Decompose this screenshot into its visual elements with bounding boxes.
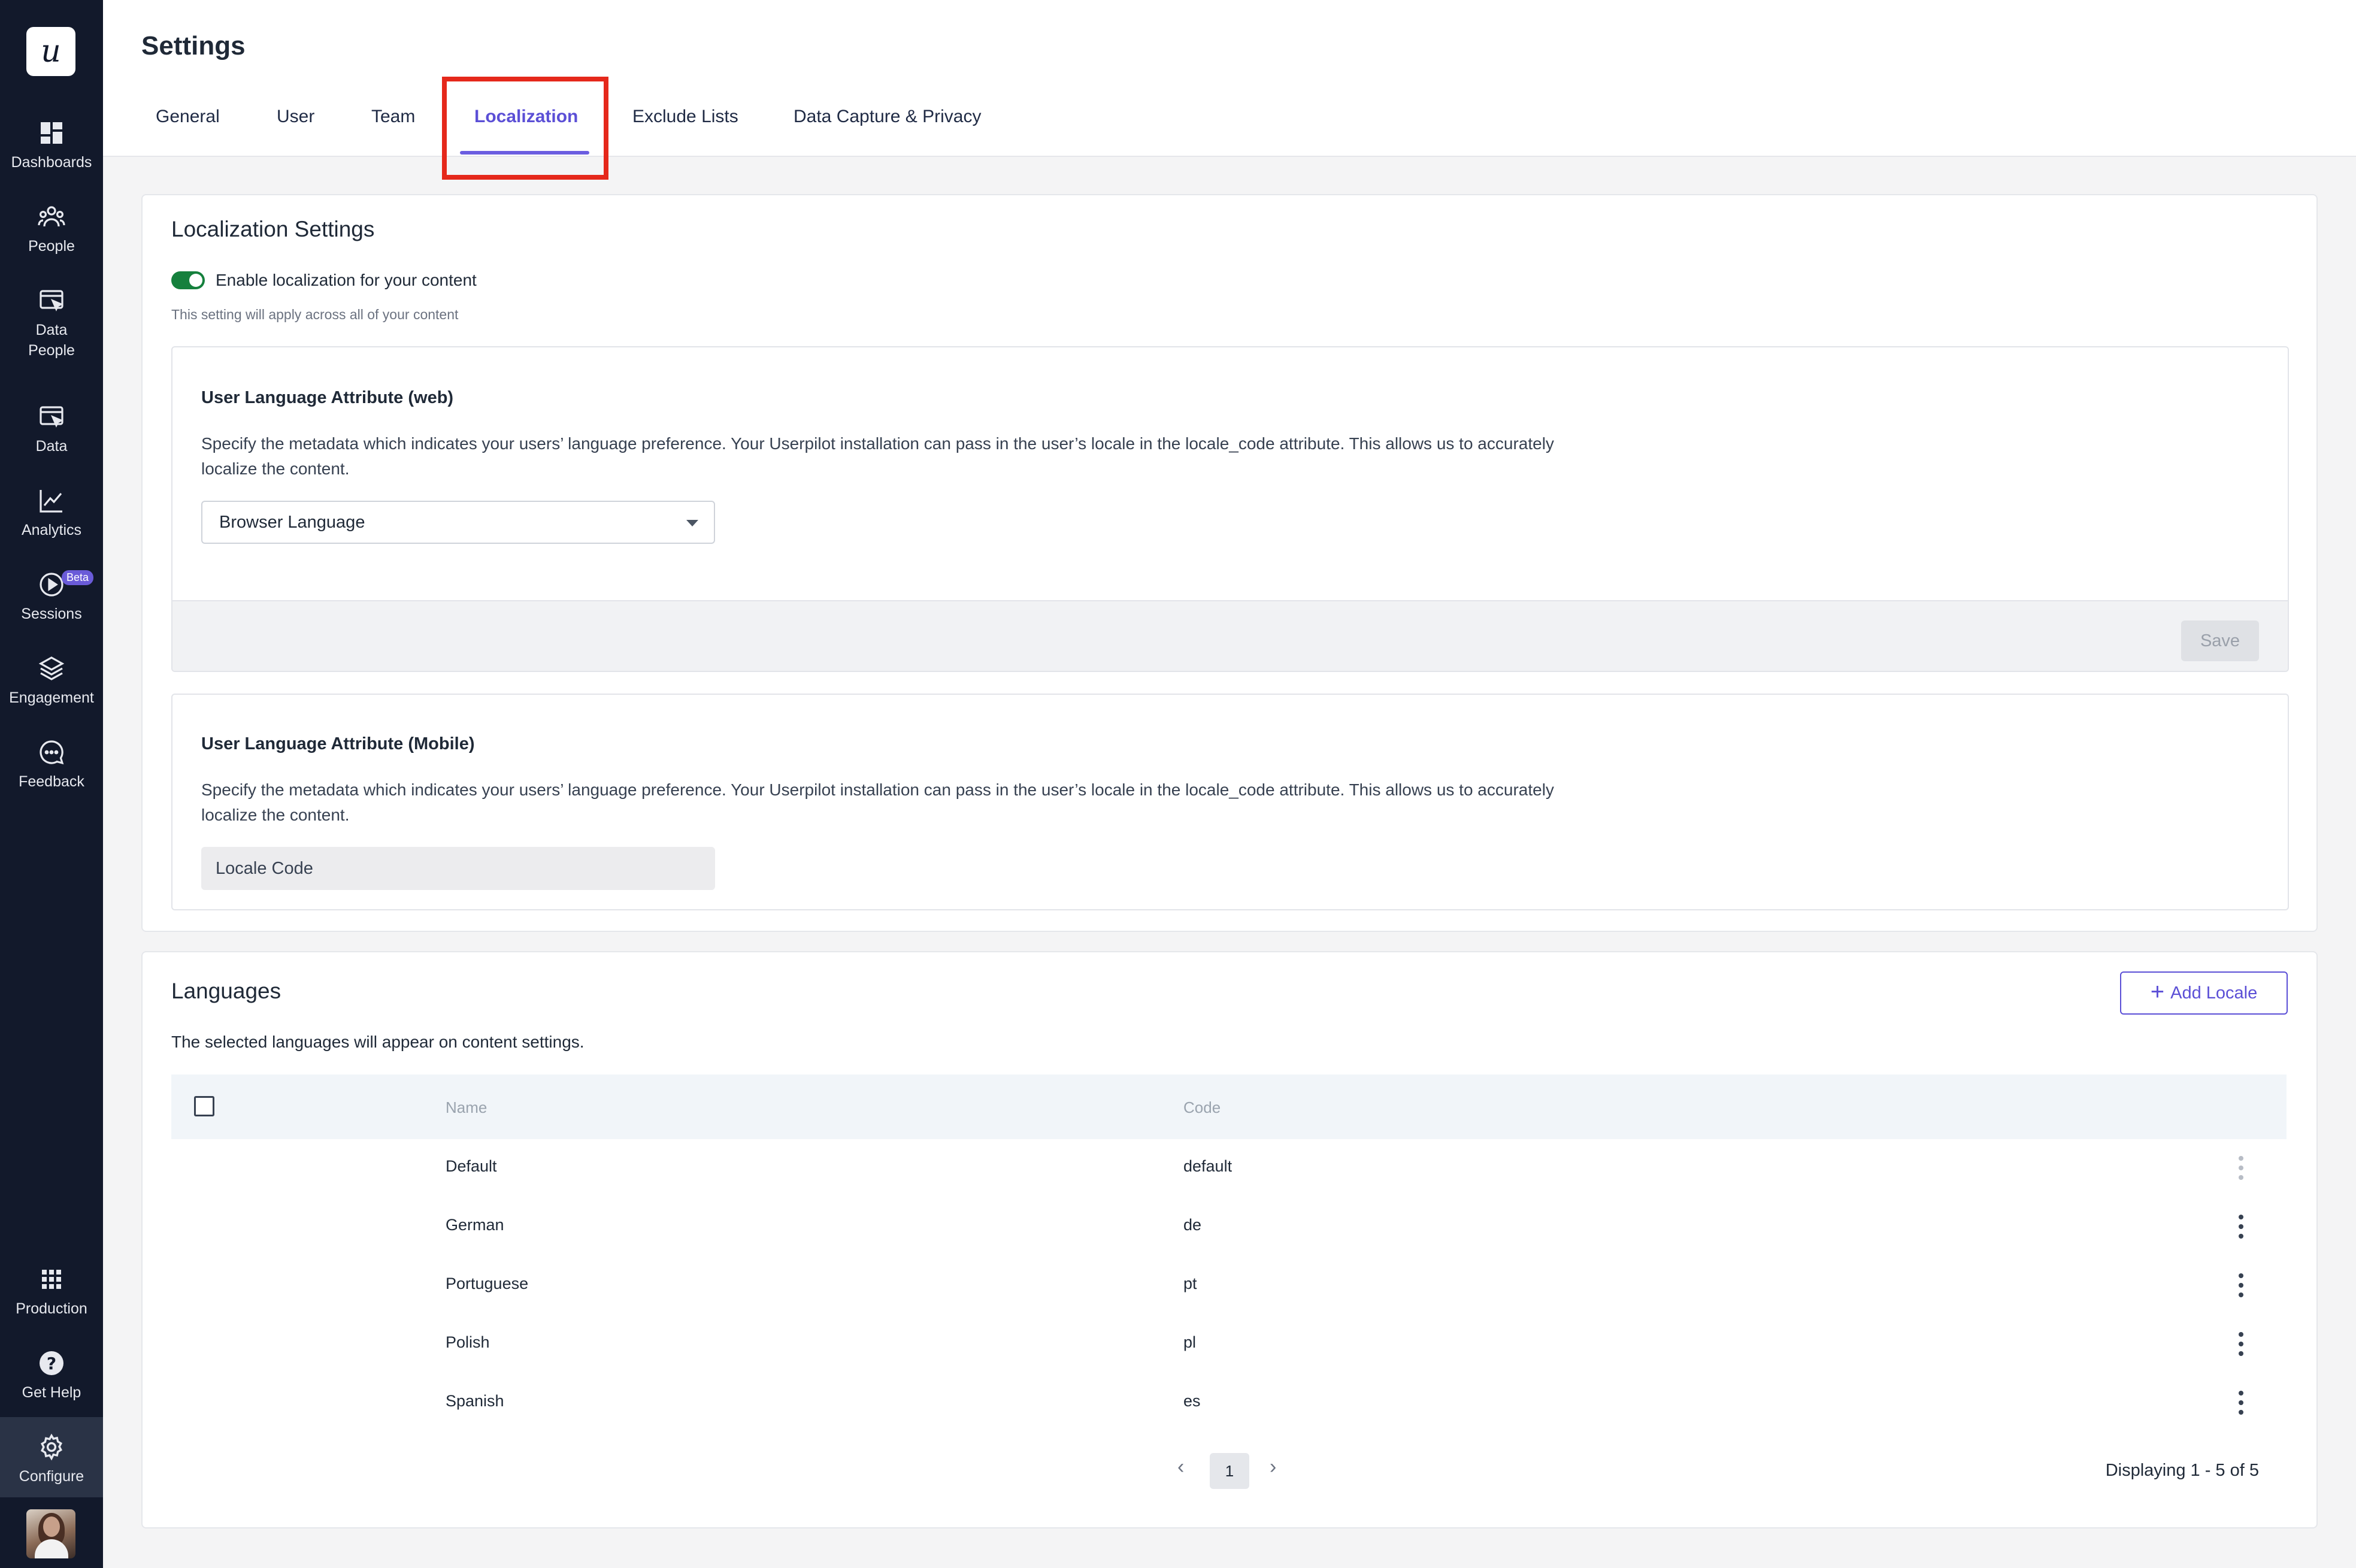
sidebar-item-label: Data People <box>28 322 75 359</box>
language-name: Polish <box>446 1333 490 1351</box>
web-attribute-description: Specify the metadata which indicates you… <box>201 434 1554 478</box>
svg-text:?: ? <box>47 1354 56 1373</box>
more-vertical-icon[interactable] <box>2239 1215 2243 1239</box>
data-people-icon <box>40 290 63 311</box>
add-locale-label: Add Locale <box>2170 983 2258 1003</box>
language-code: es <box>1183 1392 1201 1410</box>
localization-settings-card: Localization Settings Enable localizatio… <box>141 194 2318 932</box>
tab-data-capture-privacy[interactable]: Data Capture & Privacy <box>794 107 981 127</box>
sidebar-item-label: Data <box>35 438 68 455</box>
page-number-button[interactable]: 1 <box>1210 1453 1249 1489</box>
next-page-chevron-icon[interactable]: › <box>1270 1455 1276 1479</box>
table-row: Spanish es <box>171 1374 2287 1433</box>
sidebar-item-feedback[interactable]: Feedback <box>0 738 103 792</box>
pagination-summary: Displaying 1 - 5 of 5 <box>2105 1461 2259 1480</box>
language-name: Default <box>446 1157 497 1175</box>
more-vertical-icon[interactable] <box>2239 1332 2243 1356</box>
table-row: Default default <box>171 1139 2287 1198</box>
sidebar-item-label: Analytics <box>21 522 82 538</box>
tab-team[interactable]: Team <box>371 107 415 127</box>
mobile-attribute-heading: User Language Attribute (Mobile) <box>201 734 475 753</box>
toggle-label: Enable localization for your content <box>216 271 477 289</box>
page-header: Settings General User Team Localization … <box>103 0 2356 157</box>
grid-icon <box>42 1270 61 1289</box>
chat-bubble-icon <box>40 740 64 765</box>
column-header-name: Name <box>446 1098 487 1116</box>
locale-code-field: Locale Code <box>201 847 715 890</box>
languages-description: The selected languages will appear on co… <box>171 1033 585 1051</box>
people-icon <box>38 206 65 227</box>
sidebar-item-get-help[interactable]: ? Get Help <box>0 1349 103 1403</box>
section-title: Localization Settings <box>171 217 375 241</box>
table-row: German de <box>171 1198 2287 1257</box>
sidebar-item-label: Get Help <box>22 1384 81 1401</box>
sidebar-item-label: Dashboards <box>11 154 92 171</box>
sidebar-item-label: Engagement <box>9 689 94 706</box>
layers-icon <box>38 656 65 680</box>
sidebar-item-engagement[interactable]: Engagement <box>0 654 103 708</box>
sidebar-item-label: Production <box>16 1300 87 1317</box>
sidebar-item-label: Sessions <box>21 606 82 622</box>
web-attribute-heading: User Language Attribute (web) <box>201 388 454 407</box>
table-row: Portuguese pt <box>171 1257 2287 1315</box>
tab-general[interactable]: General <box>156 107 220 127</box>
tab-highlight-box <box>442 77 608 180</box>
avatar[interactable] <box>26 1509 75 1558</box>
language-code: default <box>1183 1157 1232 1175</box>
sidebar-item-analytics[interactable]: Analytics <box>0 486 103 540</box>
select-all-checkbox[interactable] <box>194 1096 214 1116</box>
more-vertical-icon[interactable] <box>2239 1273 2243 1297</box>
language-name: Spanish <box>446 1392 504 1410</box>
sidebar-item-data[interactable]: Data <box>0 402 103 456</box>
sidebar-item-data-people[interactable]: Data People <box>0 286 103 361</box>
beta-badge: Beta <box>62 570 94 585</box>
column-header-code: Code <box>1183 1098 1221 1116</box>
help-circle-icon: ? <box>40 1351 63 1375</box>
sidebar-item-production[interactable]: Production <box>0 1265 103 1319</box>
app-logo[interactable]: u <box>26 27 75 76</box>
toggle-knob <box>189 274 202 287</box>
language-code: pl <box>1183 1333 1197 1351</box>
page-title: Settings <box>141 31 246 60</box>
plus-icon: + <box>2150 979 2165 1005</box>
sidebar-item-label: People <box>28 238 75 255</box>
sidebar-item-label: Configure <box>19 1468 84 1485</box>
web-panel-footer: Save <box>172 600 2288 671</box>
table-header: Name Code <box>171 1074 2287 1139</box>
sidebar-item-sessions[interactable]: Sessions Beta <box>0 570 103 624</box>
sidebar-item-people[interactable]: People <box>0 202 103 256</box>
sidebar-item-label: Feedback <box>19 773 84 790</box>
language-name: German <box>446 1216 504 1234</box>
save-button[interactable]: Save <box>2181 620 2259 661</box>
mobile-attribute-description: Specify the metadata which indicates you… <box>201 780 1554 824</box>
section-title: Languages <box>171 979 281 1003</box>
tab-exclude-lists[interactable]: Exclude Lists <box>632 107 738 127</box>
mobile-language-attribute-panel: User Language Attribute (Mobile) Specify… <box>171 694 2289 910</box>
language-code: de <box>1183 1216 1202 1234</box>
languages-card: Languages The selected languages will ap… <box>141 951 2318 1528</box>
gear-icon <box>40 1433 63 1461</box>
add-locale-button[interactable]: + Add Locale <box>2120 971 2288 1015</box>
data-icon <box>40 406 63 428</box>
dashboard-icon <box>41 122 62 144</box>
analytics-icon <box>40 490 62 513</box>
sidebar: u Dashboards People Data People Data Ana… <box>0 0 103 1568</box>
sidebar-item-configure[interactable]: Configure <box>0 1417 103 1497</box>
select-value: Browser Language <box>219 513 365 532</box>
prev-page-chevron-icon[interactable]: ‹ <box>1177 1455 1184 1479</box>
more-vertical-icon <box>2239 1156 2243 1180</box>
web-language-attribute-panel: User Language Attribute (web) Specify th… <box>171 346 2289 672</box>
language-attribute-select[interactable]: Browser Language <box>201 501 715 544</box>
more-vertical-icon[interactable] <box>2239 1391 2243 1415</box>
tab-user[interactable]: User <box>277 107 314 127</box>
language-name: Portuguese <box>446 1275 529 1292</box>
chevron-down-icon <box>686 520 698 526</box>
language-code: pt <box>1183 1275 1197 1292</box>
table-row: Polish pl <box>171 1315 2287 1374</box>
toggle-hint: This setting will apply across all of yo… <box>171 307 459 322</box>
sidebar-item-dashboards[interactable]: Dashboards <box>0 119 103 172</box>
enable-localization-toggle[interactable] <box>171 271 205 289</box>
